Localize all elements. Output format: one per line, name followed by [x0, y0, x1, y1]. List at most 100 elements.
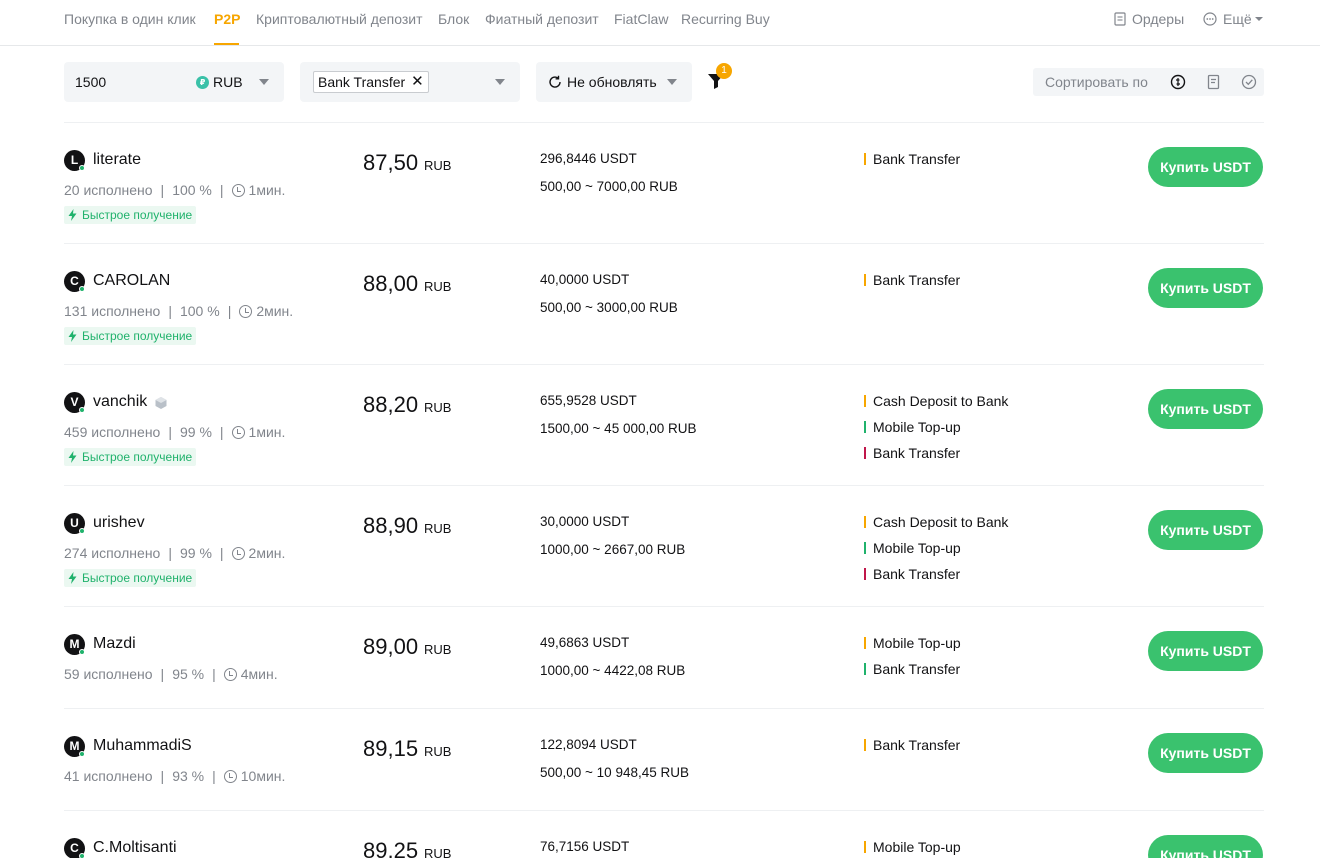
avg-release-time: 4мин.	[240, 666, 278, 682]
payment-color-bar	[864, 447, 866, 459]
payment-color-bar	[864, 568, 866, 580]
payment-method-label: Mobile Top-up	[873, 839, 961, 855]
merchant-name[interactable]: urishev	[93, 514, 145, 532]
price-currency: RUB	[424, 744, 452, 759]
active-tab-indicator	[214, 43, 239, 45]
completion-rate: 99 %	[179, 424, 212, 440]
orders-completed: 41 исполнено	[64, 768, 153, 784]
close-icon[interactable]: ✕	[411, 74, 424, 89]
clock-icon	[223, 667, 237, 681]
payment-color-bar	[864, 153, 866, 165]
completion-rate: 93 %	[172, 768, 205, 784]
payment-color-bar	[864, 421, 866, 433]
price-value: 88,20	[363, 392, 419, 417]
buy-usdt-button[interactable]: Купить USDT	[1148, 835, 1263, 858]
clock-icon	[239, 304, 253, 318]
divider: |	[219, 424, 224, 440]
payment-color-bar	[864, 274, 866, 286]
sort-label: Сортировать по	[1045, 74, 1148, 90]
orders-completed: 459 исполнено	[64, 424, 161, 440]
merchant-name[interactable]: literate	[93, 151, 141, 169]
merchant-name[interactable]: vanchik	[93, 393, 147, 411]
payment-method: Bank Transfer	[864, 737, 960, 753]
buy-usdt-button[interactable]: Купить USDT	[1148, 733, 1263, 773]
offer-row: Uurishev 274 исполнено | 99 % | 2мин. Быстрое …	[64, 485, 1264, 606]
payment-method: Bank Transfer	[864, 661, 960, 677]
chevron-down-icon[interactable]	[259, 79, 269, 85]
price-value: 89,00	[363, 634, 419, 659]
offer-row: M MuhammadiS 41 исполнено | 93 % | 10мин. 89,15…	[64, 708, 1264, 810]
amount-value: 1500	[75, 74, 107, 90]
divider: |	[212, 666, 216, 682]
tab-fiat-deposit[interactable]: Фиатный депозит	[485, 11, 599, 27]
divider: |	[212, 768, 216, 784]
sort-by-completion-icon[interactable]	[1240, 73, 1258, 91]
payment-color-bar	[864, 841, 866, 853]
order-limits: 500,00 ~ 3000,00 RUB	[540, 300, 678, 315]
order-limits: 500,00 ~ 10 948,45 RUB	[540, 765, 689, 780]
divider: |	[160, 666, 165, 682]
currency-selector[interactable]: RUB	[213, 74, 243, 90]
chevron-down-icon[interactable]	[495, 79, 505, 85]
buy-usdt-button[interactable]: Купить USDT	[1148, 268, 1263, 308]
divider: |	[168, 545, 172, 561]
merchant-stats: 274 исполнено | 99 % | 2мин.	[64, 545, 285, 561]
payment-method: Mobile Top-up	[864, 419, 961, 435]
avg-release-time: 2мин.	[256, 303, 294, 319]
tab-one-click-buy[interactable]: Покупка в один клик	[64, 11, 196, 27]
completion-rate: 100 %	[172, 182, 212, 198]
clock-icon	[231, 183, 245, 197]
merchant-name[interactable]: CAROLAN	[93, 272, 170, 290]
price-currency: RUB	[424, 279, 452, 294]
payment-method-label: Cash Deposit to Bank	[873, 393, 1009, 409]
available-amount: 30,0000 USDT	[540, 514, 630, 529]
amount-input[interactable]: 1500 ₽ RUB	[64, 62, 284, 102]
available-amount: 296,8446 USDT	[540, 151, 637, 166]
more-menu[interactable]: Ещё	[1203, 11, 1264, 27]
merchant-name[interactable]: Mazdi	[93, 635, 136, 653]
buy-usdt-button[interactable]: Купить USDT	[1148, 510, 1263, 550]
payment-method: Cash Deposit to Bank	[864, 393, 1008, 409]
caret-down-icon	[1254, 17, 1263, 21]
merchant-name[interactable]: MuhammadiS	[93, 737, 192, 755]
tab-recurring-buy[interactable]: Recurring Buy	[681, 11, 770, 27]
online-status-dot	[79, 751, 85, 757]
payment-method: Mobile Top-up	[864, 635, 961, 651]
divider: |	[160, 182, 165, 198]
buy-usdt-button[interactable]: Купить USDT	[1148, 147, 1263, 187]
payment-method-select[interactable]: Bank Transfer ✕	[300, 62, 520, 102]
tab-block[interactable]: Блок	[438, 11, 469, 27]
tab-crypto-deposit[interactable]: Криптовалютный депозит	[256, 11, 423, 27]
online-status-dot	[79, 165, 85, 171]
offer-row: Vvanchik 459 исполнено | 99 % | 1мин. Быстрое …	[64, 364, 1264, 485]
payment-chip: Bank Transfer ✕	[313, 71, 429, 93]
online-status-dot	[79, 407, 85, 413]
available-amount: 40,0000 USDT	[540, 272, 630, 287]
sort-by-price-icon[interactable]	[1169, 73, 1187, 91]
sort-by-orders-icon[interactable]	[1205, 73, 1223, 91]
refresh-select[interactable]: Не обновлять	[536, 62, 692, 102]
sort-control[interactable]: Сортировать по	[1033, 68, 1264, 96]
payment-method-label: Bank Transfer	[873, 445, 961, 461]
chevron-down-icon[interactable]	[667, 79, 677, 85]
payment-color-bar	[864, 395, 866, 407]
payment-method-label: Bank Transfer	[873, 272, 961, 288]
order-limits: 500,00 ~ 7000,00 RUB	[540, 179, 678, 194]
available-amount: 49,6863 USDT	[540, 635, 630, 650]
tab-p2p[interactable]: P2P	[214, 11, 240, 27]
buy-usdt-button[interactable]: Купить USDT	[1148, 631, 1263, 671]
payment-method-label: Bank Transfer	[873, 661, 961, 677]
merchant-name[interactable]: C.Moltisanti	[93, 839, 177, 857]
price-value: 89,15	[363, 736, 419, 761]
avg-release-time: 1мин.	[248, 182, 286, 198]
tab-fiatclaw[interactable]: FiatClaw	[614, 11, 668, 27]
price-currency: RUB	[424, 521, 452, 536]
payment-method: Cash Deposit to Bank	[864, 514, 1008, 530]
fast-release-tag: Быстрое получение	[64, 206, 197, 224]
payment-method-label: Mobile Top-up	[873, 540, 961, 556]
orders-link[interactable]: Ордеры	[1114, 11, 1184, 27]
offer-row: Lliterate 20 исполнено | 100 % | 1мин. Быстрое…	[64, 122, 1264, 243]
payment-method: Mobile Top-up	[864, 540, 961, 556]
buy-usdt-button[interactable]: Купить USDT	[1148, 389, 1263, 429]
price-value: 89,25	[363, 838, 419, 858]
